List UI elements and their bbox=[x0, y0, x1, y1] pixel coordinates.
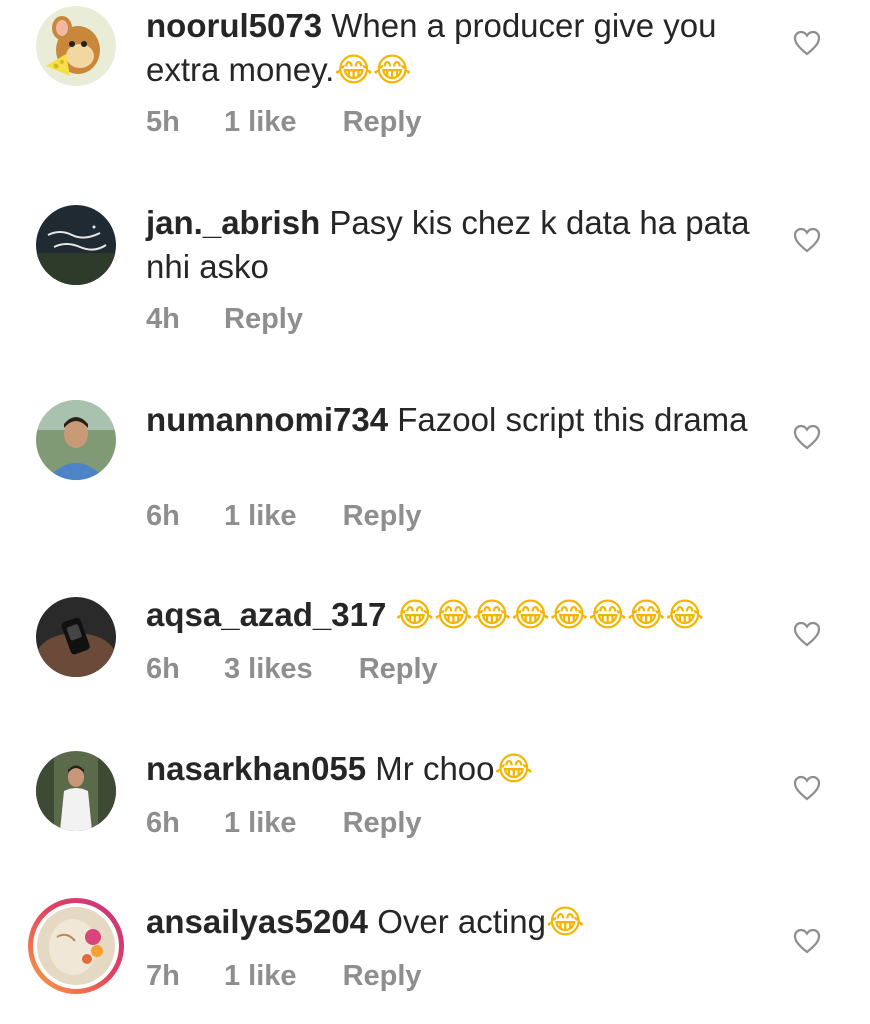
comment-text: noorul5073 When a producer give you extr… bbox=[146, 4, 776, 92]
comment-username[interactable]: ansailyas5204 bbox=[146, 903, 368, 940]
avatar[interactable] bbox=[36, 597, 116, 677]
reply-button[interactable]: Reply bbox=[224, 303, 303, 336]
comment-body bbox=[386, 596, 395, 633]
comment-text: jan._abrish Pasy kis chez k data ha pata… bbox=[146, 201, 776, 289]
comment-body: Over acting bbox=[368, 903, 546, 940]
comment-meta: 4h Reply bbox=[146, 303, 303, 336]
laughing-emoji: 😂 bbox=[545, 902, 585, 941]
heart-icon[interactable] bbox=[793, 621, 821, 647]
comment-meta: 6h 1 like Reply bbox=[146, 500, 422, 533]
avatar[interactable] bbox=[36, 6, 116, 86]
comment-meta: 6h 3 likes Reply bbox=[146, 653, 438, 686]
comment-username[interactable]: nasarkhan055 bbox=[146, 750, 366, 787]
comment-meta: 6h 1 like Reply bbox=[146, 807, 422, 840]
comment-username[interactable]: jan._abrish bbox=[146, 204, 320, 241]
comment-time: 5h bbox=[146, 106, 180, 138]
avatar[interactable] bbox=[36, 751, 116, 831]
avatar-story-ring[interactable] bbox=[28, 898, 124, 994]
heart-icon[interactable] bbox=[793, 30, 821, 56]
comment-text: numannomi734 Fazool script this drama bbox=[146, 398, 776, 442]
reply-button[interactable]: Reply bbox=[343, 960, 422, 993]
comment-meta: 7h 1 like Reply bbox=[146, 960, 422, 993]
avatar[interactable] bbox=[36, 205, 116, 285]
comment-username[interactable]: numannomi734 bbox=[146, 401, 388, 438]
heart-icon[interactable] bbox=[793, 227, 821, 253]
comment-time: 6h bbox=[146, 653, 180, 685]
reply-button[interactable]: Reply bbox=[343, 807, 422, 840]
comment-text: nasarkhan055 Mr choo😂 bbox=[146, 747, 776, 791]
comment-likes[interactable]: 1 like bbox=[224, 106, 297, 139]
laughing-emoji: 😂 bbox=[494, 749, 534, 788]
comment-text: ansailyas5204 Over acting😂 bbox=[146, 900, 776, 944]
comment-time: 6h bbox=[146, 807, 180, 839]
comment-likes[interactable]: 1 like bbox=[224, 500, 297, 533]
laughing-emoji: 😂😂😂😂😂😂😂😂 bbox=[395, 595, 705, 634]
comment-username[interactable]: aqsa_azad_317 bbox=[146, 596, 386, 633]
comment-time: 6h bbox=[146, 500, 180, 532]
comment-time: 4h bbox=[146, 303, 180, 335]
laughing-emoji: 😂😂 bbox=[334, 50, 412, 89]
heart-icon[interactable] bbox=[793, 775, 821, 801]
avatar[interactable] bbox=[36, 400, 116, 480]
comment-body: Fazool script this drama bbox=[388, 401, 748, 438]
comment-text: aqsa_azad_317 😂😂😂😂😂😂😂😂 bbox=[146, 593, 776, 637]
comment-username[interactable]: noorul5073 bbox=[146, 7, 322, 44]
reply-button[interactable]: Reply bbox=[343, 500, 422, 533]
avatar bbox=[37, 907, 115, 985]
heart-icon[interactable] bbox=[793, 424, 821, 450]
heart-icon[interactable] bbox=[793, 928, 821, 954]
comment-likes[interactable]: 1 like bbox=[224, 960, 297, 993]
comment-time: 7h bbox=[146, 960, 180, 992]
comment-body: Mr choo bbox=[366, 750, 495, 787]
comment-likes[interactable]: 3 likes bbox=[224, 653, 313, 686]
reply-button[interactable]: Reply bbox=[343, 106, 422, 139]
comment-likes[interactable]: 1 like bbox=[224, 807, 297, 840]
reply-button[interactable]: Reply bbox=[359, 653, 438, 686]
comment-meta: 5h 1 like Reply bbox=[146, 106, 422, 139]
